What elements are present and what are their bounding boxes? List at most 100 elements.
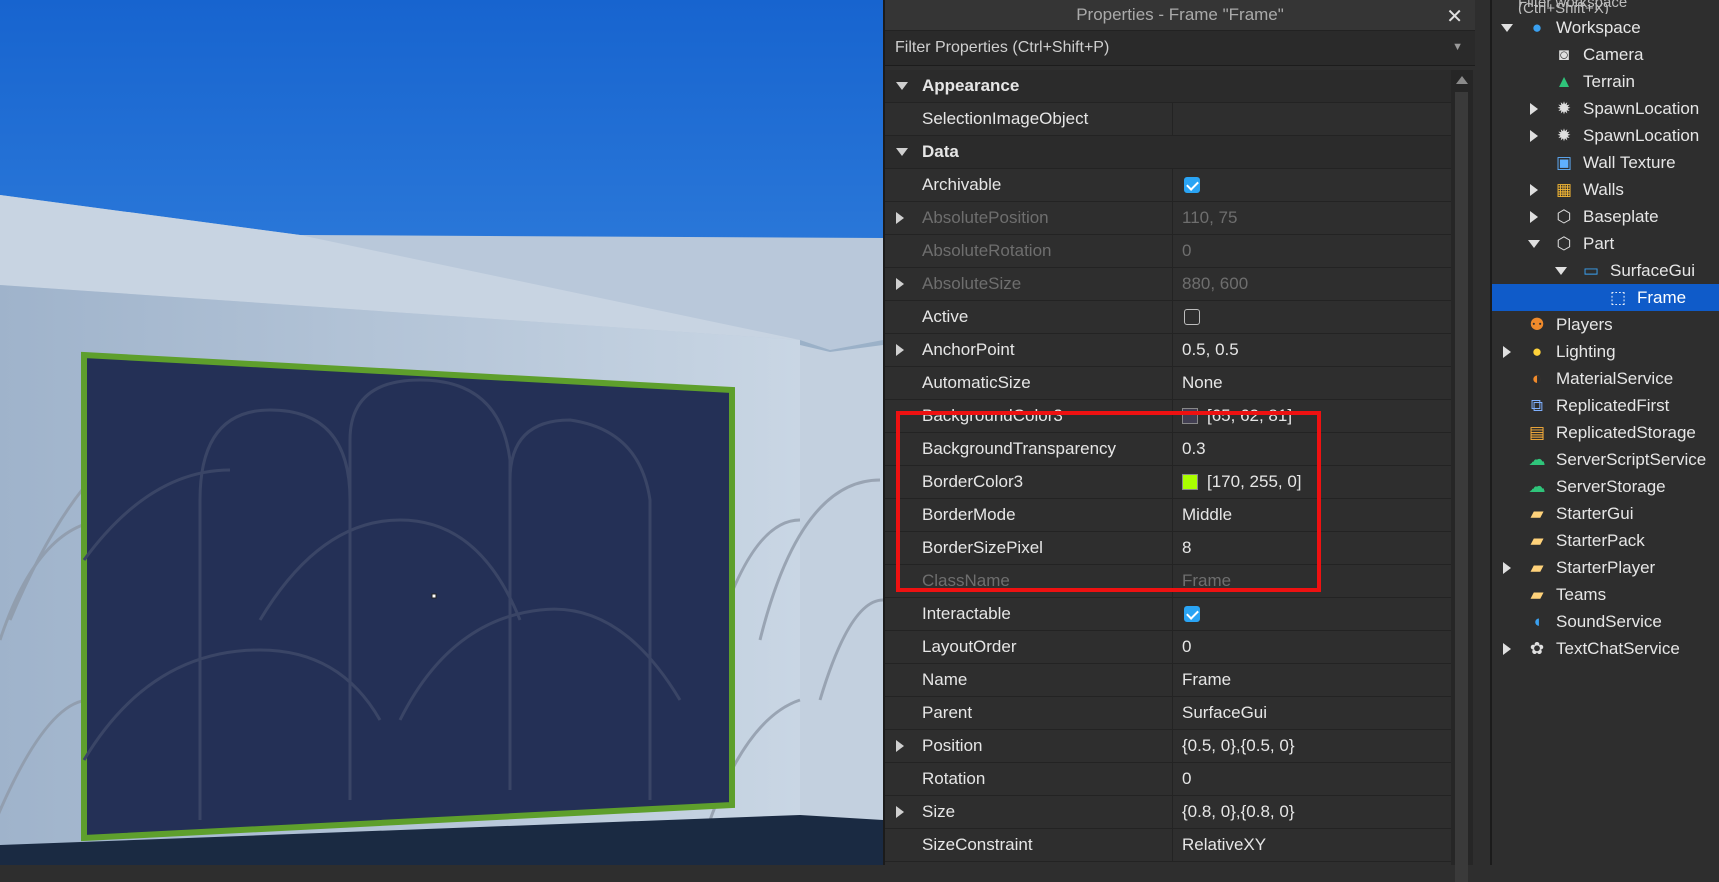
property-value[interactable]: RelativeXY bbox=[1173, 829, 1266, 861]
explorer-item[interactable]: ◙ Camera bbox=[1492, 41, 1719, 68]
explorer-item[interactable]: ◖ SoundService bbox=[1492, 608, 1719, 635]
close-icon[interactable]: ✕ bbox=[1446, 4, 1463, 29]
property-row-absoluterotation[interactable]: AbsoluteRotation 0 bbox=[885, 235, 1451, 268]
frame-gui[interactable] bbox=[81, 351, 735, 842]
explorer-item[interactable]: ⬚ Frame bbox=[1492, 284, 1719, 311]
property-row-layoutorder[interactable]: LayoutOrder 0 bbox=[885, 631, 1451, 664]
surfacegui-icon: ▭ bbox=[1582, 260, 1600, 280]
explorer-item[interactable]: ● Workspace bbox=[1492, 14, 1719, 41]
interactable-checkbox[interactable] bbox=[1184, 606, 1200, 622]
property-row-backgroundcolor3[interactable]: BackgroundColor3 [65, 62, 81] bbox=[885, 400, 1451, 433]
active-checkbox[interactable] bbox=[1184, 309, 1200, 325]
property-row-anchorpoint[interactable]: AnchorPoint 0.5, 0.5 bbox=[885, 334, 1451, 367]
property-value[interactable]: Frame bbox=[1173, 664, 1231, 696]
frame-icon: ⬚ bbox=[1609, 287, 1627, 307]
explorer-item[interactable]: ▭ SurfaceGui bbox=[1492, 257, 1719, 284]
property-row-sizeconstraint[interactable]: SizeConstraint RelativeXY bbox=[885, 829, 1451, 862]
collapse-arrow-icon[interactable] bbox=[896, 82, 908, 90]
explorer-item[interactable]: ▤ ReplicatedStorage bbox=[1492, 419, 1719, 446]
viewport-3d[interactable] bbox=[0, 0, 883, 865]
color-swatch[interactable] bbox=[1182, 474, 1198, 490]
collapse-arrow-icon[interactable] bbox=[896, 148, 908, 156]
property-row-classname[interactable]: ClassName Frame bbox=[885, 565, 1451, 598]
property-row-backgroundtransparency[interactable]: BackgroundTransparency 0.3 bbox=[885, 433, 1451, 466]
property-value[interactable]: [170, 255, 0] bbox=[1207, 472, 1302, 492]
explorer-item-label: Lighting bbox=[1556, 341, 1616, 361]
property-value[interactable]: 0 bbox=[1173, 763, 1191, 795]
explorer-item[interactable]: ◐ MaterialService bbox=[1492, 365, 1719, 392]
explorer-item[interactable]: ▰ Teams bbox=[1492, 581, 1719, 608]
archivable-checkbox[interactable] bbox=[1184, 177, 1200, 193]
property-value[interactable]: {0.8, 0},{0.8, 0} bbox=[1173, 796, 1295, 828]
property-name: BorderSizePixel bbox=[885, 532, 1173, 564]
property-value: 880, 600 bbox=[1182, 274, 1249, 293]
expand-arrow-icon[interactable] bbox=[1500, 345, 1514, 359]
explorer-item[interactable]: ☁ ServerScriptService bbox=[1492, 446, 1719, 473]
explorer-item[interactable]: ● Lighting bbox=[1492, 338, 1719, 365]
property-row-parent[interactable]: Parent SurfaceGui bbox=[885, 697, 1451, 730]
property-value[interactable]: SurfaceGui bbox=[1173, 697, 1267, 729]
property-value[interactable]: None bbox=[1173, 367, 1223, 399]
property-value[interactable]: 8 bbox=[1173, 532, 1191, 564]
explorer-filter-input[interactable]: Filter workspace (Ctrl+Shift+X) bbox=[1492, 0, 1719, 14]
property-row-absoluteposition[interactable]: AbsolutePosition 110, 75 bbox=[885, 202, 1451, 235]
properties-scrollbar[interactable] bbox=[1451, 70, 1473, 882]
expand-arrow-icon[interactable] bbox=[896, 344, 904, 356]
explorer-item[interactable]: ⚉ Players bbox=[1492, 311, 1719, 338]
explorer-item[interactable]: ⧉ ReplicatedFirst bbox=[1492, 392, 1719, 419]
property-value[interactable]: 0.3 bbox=[1173, 433, 1206, 465]
expand-arrow-icon[interactable] bbox=[896, 278, 904, 290]
category-data[interactable]: Data bbox=[885, 136, 1451, 169]
property-row-active[interactable]: Active bbox=[885, 301, 1451, 334]
property-row-absolutesize[interactable]: AbsoluteSize 880, 600 bbox=[885, 268, 1451, 301]
property-row-position[interactable]: Position {0.5, 0},{0.5, 0} bbox=[885, 730, 1451, 763]
expand-arrow-icon[interactable] bbox=[1527, 210, 1541, 224]
property-value[interactable]: Middle bbox=[1173, 499, 1232, 531]
explorer-item[interactable]: ▰ StarterPack bbox=[1492, 527, 1719, 554]
property-value[interactable]: 0 bbox=[1173, 631, 1191, 663]
scrollbar-thumb[interactable] bbox=[1455, 92, 1468, 882]
expand-arrow-icon[interactable] bbox=[1500, 642, 1514, 656]
property-row-size[interactable]: Size {0.8, 0},{0.8, 0} bbox=[885, 796, 1451, 829]
expand-arrow-icon[interactable] bbox=[1527, 183, 1541, 197]
explorer-item[interactable]: ✹ SpawnLocation bbox=[1492, 95, 1719, 122]
property-row-automaticsize[interactable]: AutomaticSize None bbox=[885, 367, 1451, 400]
explorer-item[interactable]: ✹ SpawnLocation bbox=[1492, 122, 1719, 149]
property-value[interactable]: [65, 62, 81] bbox=[1207, 406, 1292, 426]
collapse-arrow-icon[interactable] bbox=[1554, 264, 1568, 278]
explorer-item[interactable]: ▲ Terrain bbox=[1492, 68, 1719, 95]
explorer-item[interactable]: ▰ StarterPlayer bbox=[1492, 554, 1719, 581]
explorer-item[interactable]: ☁ ServerStorage bbox=[1492, 473, 1719, 500]
property-row-bordermode[interactable]: BorderMode Middle bbox=[885, 499, 1451, 532]
category-appearance[interactable]: Appearance bbox=[885, 70, 1451, 103]
expand-arrow-icon[interactable] bbox=[1527, 102, 1541, 116]
expand-arrow-icon[interactable] bbox=[1527, 129, 1541, 143]
property-row-interactable[interactable]: Interactable bbox=[885, 598, 1451, 631]
chevron-down-icon[interactable]: ▼ bbox=[1452, 41, 1463, 53]
expand-arrow-icon[interactable] bbox=[896, 806, 904, 818]
explorer-item[interactable]: ⬡ Baseplate bbox=[1492, 203, 1719, 230]
collapse-arrow-icon[interactable] bbox=[1527, 237, 1541, 251]
collapse-arrow-icon[interactable] bbox=[1500, 21, 1514, 35]
property-row-bordersizepixel[interactable]: BorderSizePixel 8 bbox=[885, 532, 1451, 565]
scroll-up-icon[interactable] bbox=[1456, 76, 1468, 84]
property-row-bordercolor3[interactable]: BorderColor3 [170, 255, 0] bbox=[885, 466, 1451, 499]
expand-arrow-icon[interactable] bbox=[896, 740, 904, 752]
explorer-item[interactable]: ⬡ Part bbox=[1492, 230, 1719, 257]
property-row-name[interactable]: Name Frame bbox=[885, 664, 1451, 697]
property-row-archivable[interactable]: Archivable bbox=[885, 169, 1451, 202]
explorer-item[interactable]: ▦ Walls bbox=[1492, 176, 1719, 203]
filter-properties-input[interactable]: Filter Properties (Ctrl+Shift+P) ▼ bbox=[885, 31, 1475, 66]
explorer-item[interactable]: ▣ Wall Texture bbox=[1492, 149, 1719, 176]
gear-icon: ✹ bbox=[1556, 98, 1572, 118]
expand-arrow-icon[interactable] bbox=[1500, 561, 1514, 575]
explorer-item[interactable]: ✿ TextChatService bbox=[1492, 635, 1719, 662]
property-value[interactable] bbox=[1173, 103, 1182, 135]
explorer-item[interactable]: ▰ StarterGui bbox=[1492, 500, 1719, 527]
color-swatch[interactable] bbox=[1182, 408, 1198, 424]
property-value[interactable]: {0.5, 0},{0.5, 0} bbox=[1173, 730, 1295, 762]
property-value[interactable]: 0.5, 0.5 bbox=[1173, 334, 1239, 366]
property-row-rotation[interactable]: Rotation 0 bbox=[885, 763, 1451, 796]
expand-arrow-icon[interactable] bbox=[896, 212, 904, 224]
property-row-selectionimageobject[interactable]: SelectionImageObject bbox=[885, 103, 1451, 136]
